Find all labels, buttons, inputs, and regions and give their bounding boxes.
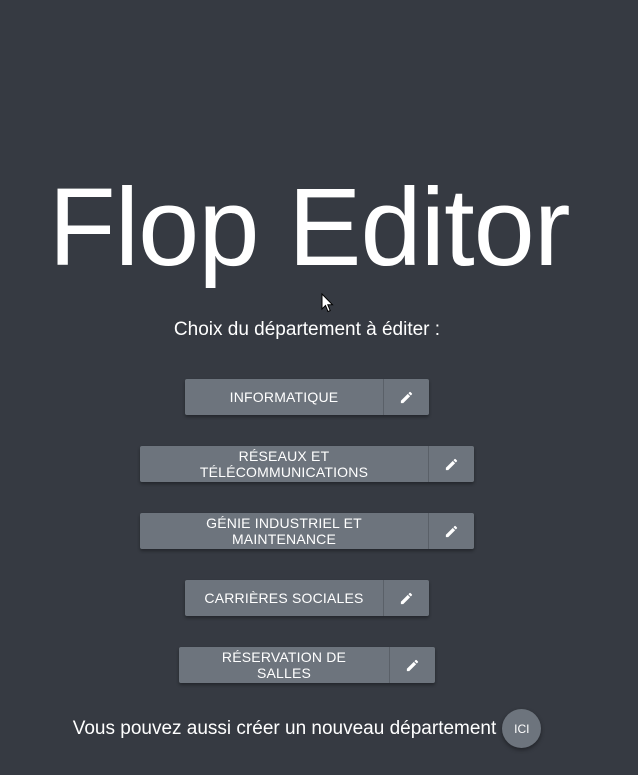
department-button-informatique[interactable]: INFORMATIQUE — [185, 379, 383, 415]
mouse-cursor-icon — [321, 293, 334, 313]
create-department-footer: Vous pouvez aussi créer un nouveau dépar… — [0, 709, 614, 748]
department-button-group: GÉNIE INDUSTRIEL ET MAINTENANCE — [140, 513, 474, 549]
department-row-carrieres-sociales: CARRIÈRES SOCIALES — [0, 580, 614, 616]
pencil-icon — [400, 391, 413, 403]
department-list: INFORMATIQUE RÉSEAUX ET TÉLÉCOMMUNICATIO… — [0, 0, 638, 775]
pencil-icon — [406, 659, 419, 671]
department-button-group: RÉSERVATION DE SALLES — [179, 647, 435, 683]
department-row-reservation-salles: RÉSERVATION DE SALLES — [0, 647, 614, 683]
edit-department-button-reseaux[interactable] — [428, 446, 474, 482]
department-row-reseaux: RÉSEAUX ET TÉLÉCOMMUNICATIONS — [0, 446, 614, 482]
create-department-text: Vous pouvez aussi créer un nouveau dépar… — [72, 717, 497, 739]
department-row-informatique: INFORMATIQUE — [0, 379, 614, 415]
department-button-genie-industriel[interactable]: GÉNIE INDUSTRIEL ET MAINTENANCE — [140, 513, 428, 549]
department-row-genie-industriel: GÉNIE INDUSTRIEL ET MAINTENANCE — [0, 513, 614, 549]
create-department-button[interactable]: ICI — [502, 709, 542, 748]
pencil-icon — [445, 525, 458, 537]
department-button-reservation-salles[interactable]: RÉSERVATION DE SALLES — [179, 647, 389, 683]
edit-department-button-reservation-salles[interactable] — [389, 647, 435, 683]
edit-department-button-informatique[interactable] — [383, 379, 429, 415]
department-button-group: INFORMATIQUE — [185, 379, 429, 415]
department-button-carrieres-sociales[interactable]: CARRIÈRES SOCIALES — [185, 580, 383, 616]
department-button-group: RÉSEAUX ET TÉLÉCOMMUNICATIONS — [140, 446, 474, 482]
department-button-reseaux[interactable]: RÉSEAUX ET TÉLÉCOMMUNICATIONS — [140, 446, 428, 482]
edit-department-button-genie-industriel[interactable] — [428, 513, 474, 549]
department-button-group: CARRIÈRES SOCIALES — [185, 580, 429, 616]
pencil-icon — [445, 458, 458, 470]
pencil-icon — [400, 592, 413, 604]
edit-department-button-carrieres-sociales[interactable] — [383, 580, 429, 616]
